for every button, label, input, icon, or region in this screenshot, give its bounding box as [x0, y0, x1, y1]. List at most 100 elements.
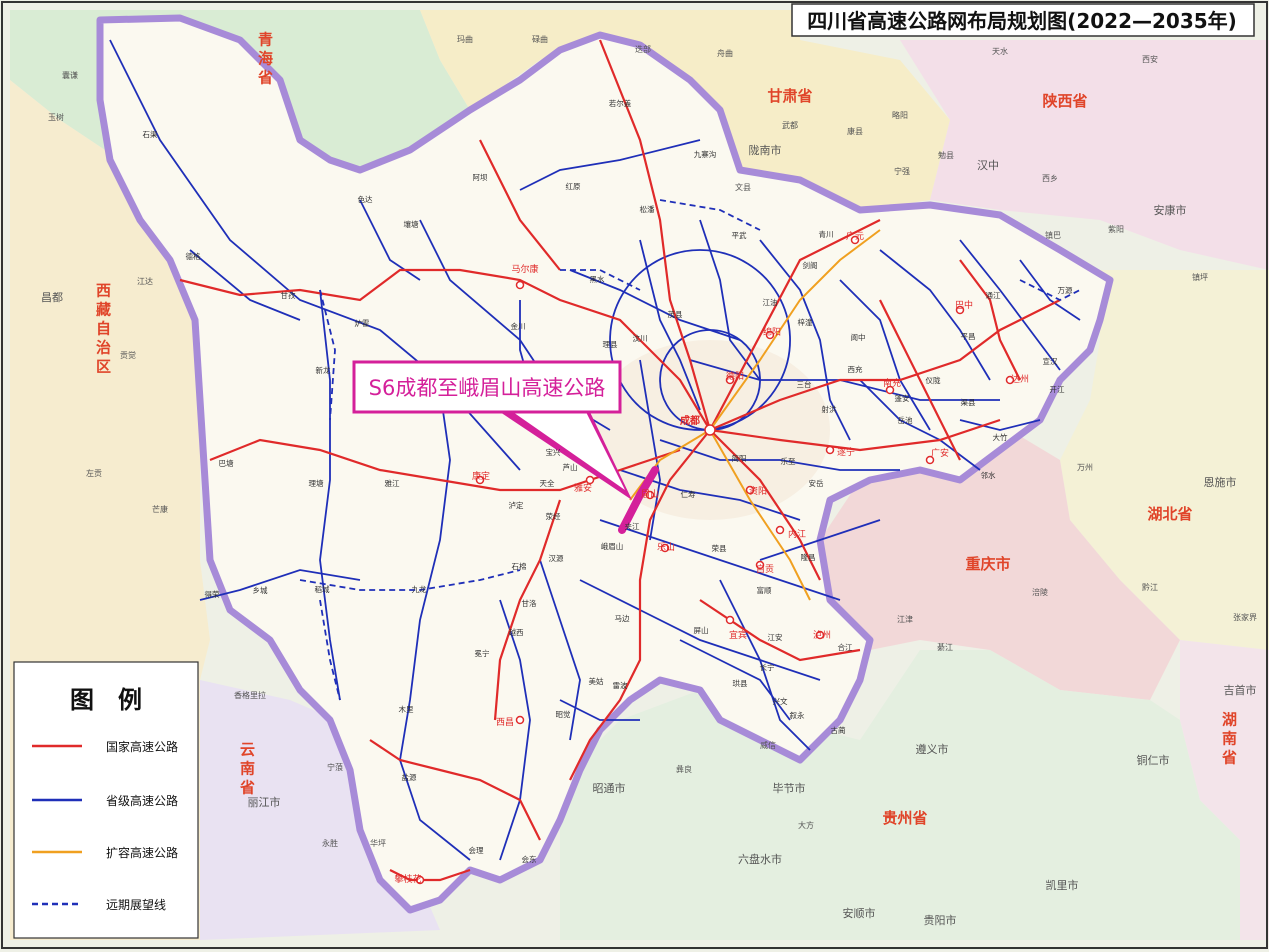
city-panzhihua: 攀枝花	[394, 873, 421, 885]
legend-heading: 图 例	[70, 686, 142, 714]
region-tibet: 西藏自治区	[94, 283, 112, 378]
region-hubei: 湖北省	[1147, 505, 1192, 523]
town-mabian: 马边	[615, 614, 630, 623]
town-litang: 理塘	[309, 478, 324, 488]
town-hanyuan: 汉源	[549, 554, 564, 563]
place-liupanshui: 六盘水市	[738, 852, 782, 866]
region-shaanxi: 陕西省	[1042, 92, 1087, 110]
city-luzhou: 泸州	[813, 630, 831, 641]
town-linshui: 邻水	[981, 470, 996, 480]
town-daocheng: 稻城	[315, 584, 330, 594]
place-jiangda: 江达	[137, 276, 153, 286]
town-xuyong: 叙永	[790, 710, 805, 720]
town-jiulong: 九龙	[412, 584, 427, 594]
place-huaping: 华坪	[370, 838, 386, 848]
place-ninglang: 宁蒗	[327, 762, 343, 772]
town-shehong: 射洪	[822, 404, 837, 414]
place-maqu: 玛曲	[457, 34, 473, 44]
city-mianyang: 绵阳	[763, 326, 781, 338]
city-meishan: 眉山	[641, 489, 659, 500]
place-fuling: 涪陵	[1032, 587, 1048, 597]
town-fushun: 富顺	[757, 585, 772, 595]
city-bazhong: 巴中	[955, 299, 973, 311]
city-dazhou: 达州	[1011, 373, 1029, 385]
town-aba: 阿坝	[473, 173, 488, 182]
town-pingwu: 平武	[732, 230, 747, 240]
place-luqu: 碌曲	[532, 34, 548, 44]
city-kangding: 康定	[472, 470, 490, 482]
town-heishui: 黑水	[590, 274, 605, 284]
town-xiangcheng: 乡城	[253, 586, 268, 595]
city-neijiang: 内江	[788, 528, 806, 540]
city-yibin: 宜宾	[729, 629, 747, 641]
town-muli: 木里	[399, 704, 414, 714]
town-longchang: 隆昌	[801, 552, 816, 562]
town-huidong: 会东	[522, 854, 537, 864]
town-rangtang: 壤塘	[404, 219, 419, 229]
place-hanzhong: 汉中	[977, 159, 999, 172]
town-wanyuan: 万源	[1058, 286, 1074, 295]
place-mangkang: 芒康	[152, 504, 168, 514]
place-weixin: 威信	[760, 740, 776, 750]
place-ziyangsx: 紫阳	[1108, 225, 1124, 234]
place-longnan: 陇南市	[749, 143, 782, 157]
place-guiyang: 贵阳市	[924, 913, 957, 927]
place-dafang: 大方	[798, 820, 814, 830]
place-enshi: 恩施市	[1204, 475, 1237, 489]
town-huili: 会理	[469, 845, 484, 855]
town-tianquan: 天全	[540, 478, 555, 488]
town-lixian: 理县	[603, 340, 618, 349]
place-kangxian: 康县	[847, 126, 863, 136]
city-guangyuan: 广元	[846, 230, 864, 242]
town-yuechi: 岳池	[898, 415, 913, 425]
place-tongren: 铜仁市	[1137, 753, 1170, 767]
legend-label-national: 国家高速公路	[106, 739, 178, 754]
place-shangrila: 香格里拉	[234, 690, 266, 700]
town-zitong: 梓潼	[798, 317, 813, 327]
town-lezhi: 乐至	[781, 456, 796, 466]
town-meigu: 美姑	[589, 676, 604, 686]
legend-label-provincial: 省级高速公路	[106, 793, 178, 808]
town-yuexi: 越西	[509, 627, 524, 637]
town-pingchang: 平昌	[961, 332, 976, 341]
place-zhenba: 镇巴	[1045, 230, 1061, 240]
place-anshun: 安顺市	[843, 906, 876, 920]
town-pingshan: 屏山	[694, 625, 709, 635]
town-anyue: 安岳	[809, 478, 824, 488]
town-songpan: 松潘	[640, 204, 655, 214]
town-luding: 泸定	[509, 500, 524, 510]
place-jiangjin: 江津	[897, 614, 913, 624]
place-wudu: 武都	[782, 120, 798, 130]
place-qijiang: 綦江	[937, 642, 953, 652]
city-leshan: 乐山	[657, 541, 675, 553]
town-jiuzhaigou: 九寨沟	[694, 149, 717, 159]
town-shimian: 石棉	[512, 561, 527, 571]
place-qianjiang: 黔江	[1142, 582, 1158, 592]
town-jiangyou: 江油	[763, 297, 778, 307]
town-jiange: 剑阁	[803, 260, 818, 270]
town-ganzi: 甘孜	[281, 290, 296, 300]
town-xingwen: 兴文	[773, 696, 788, 706]
town-emeishan: 峨眉山	[601, 541, 624, 551]
town-jiangan: 江安	[768, 632, 783, 642]
town-qu: 渠县	[961, 397, 976, 407]
callout-label: S6成都至峨眉山高速公路	[369, 376, 606, 400]
town-dege: 德格	[186, 251, 201, 261]
city-zigong: 自贡	[756, 563, 774, 575]
highway-map: 四川省高速公路网布局规划图(2022—2035年) S6成都至峨眉山高速公路 图…	[0, 0, 1269, 952]
town-dazhu: 大竹	[993, 432, 1008, 442]
town-gongxian: 珙县	[733, 678, 748, 688]
town-mianning: 冕宁	[475, 648, 490, 658]
town-batang: 巴塘	[219, 458, 234, 468]
city-guangan: 广安	[931, 447, 949, 459]
town-derong: 得荣	[205, 589, 220, 599]
town-tongjiang: 通江	[986, 290, 1001, 300]
town-renshou: 仁寿	[681, 489, 696, 499]
place-zhenping: 镇坪	[1192, 272, 1208, 282]
region-yunnan: 云南省	[238, 742, 256, 799]
place-ankang: 安康市	[1154, 203, 1187, 217]
town-yilong: 仪陇	[926, 376, 941, 385]
town-baoxing: 宝兴	[546, 447, 561, 457]
town-yajiang: 雅江	[385, 478, 400, 488]
town-luhuo: 炉霍	[355, 318, 370, 328]
